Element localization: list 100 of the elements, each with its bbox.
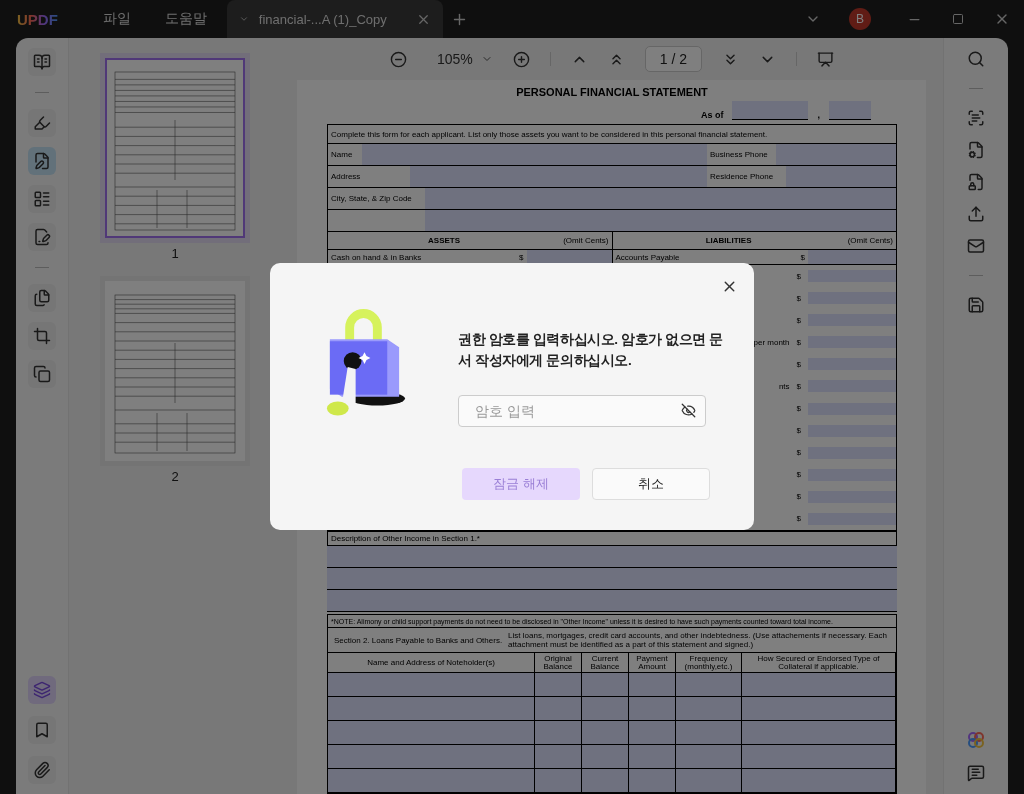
table-cell[interactable] xyxy=(582,721,629,745)
ocr-icon[interactable] xyxy=(967,109,985,127)
mail-icon[interactable] xyxy=(967,237,985,255)
table-cell[interactable] xyxy=(582,769,629,793)
search-icon[interactable] xyxy=(967,50,985,68)
edit-document-icon[interactable] xyxy=(33,152,51,170)
form-field[interactable] xyxy=(808,314,896,327)
table-cell[interactable] xyxy=(742,721,896,745)
table-cell[interactable] xyxy=(535,673,582,697)
table-cell[interactable] xyxy=(742,769,896,793)
pages-tool[interactable] xyxy=(28,284,56,312)
table-cell[interactable] xyxy=(629,721,676,745)
table-cell[interactable] xyxy=(676,769,742,793)
menu-item[interactable]: 도움말 xyxy=(164,10,207,28)
bookmark-tool[interactable] xyxy=(28,716,56,744)
paperclip-tool[interactable] xyxy=(28,756,56,784)
form-field[interactable] xyxy=(808,512,896,525)
form-field[interactable] xyxy=(327,546,897,567)
zoom-in-icon[interactable] xyxy=(512,50,530,68)
form-field[interactable] xyxy=(808,490,896,503)
zoom-level[interactable]: 105% xyxy=(436,51,473,67)
form-field[interactable] xyxy=(732,101,809,120)
form-field[interactable] xyxy=(808,270,896,283)
file-lock-icon[interactable] xyxy=(967,173,985,191)
form-icon[interactable] xyxy=(33,190,51,208)
stacked-pages-icon[interactable] xyxy=(33,365,51,383)
paperclip-icon[interactable] xyxy=(33,761,51,779)
table-cell[interactable] xyxy=(582,697,629,721)
form-field[interactable] xyxy=(808,446,896,459)
table-cell[interactable] xyxy=(535,769,582,793)
layers-tool[interactable] xyxy=(28,676,56,704)
form-field[interactable] xyxy=(327,568,897,589)
table-cell[interactable] xyxy=(535,745,582,769)
form-field[interactable] xyxy=(808,336,896,349)
comment-icon[interactable] xyxy=(967,764,985,782)
table-cell[interactable] xyxy=(535,697,582,721)
table-cell[interactable] xyxy=(328,721,535,745)
crop-tool[interactable] xyxy=(28,322,56,350)
signature-icon[interactable] xyxy=(33,228,51,246)
form-field[interactable] xyxy=(808,292,896,305)
share-icon[interactable] xyxy=(967,205,985,223)
table-cell[interactable] xyxy=(742,745,896,769)
file-convert-icon[interactable] xyxy=(967,141,985,159)
pages-icon[interactable] xyxy=(33,289,51,307)
form-field[interactable] xyxy=(808,468,896,481)
zoom-out-icon[interactable] xyxy=(389,50,407,68)
table-cell[interactable] xyxy=(742,673,896,697)
bookmark-icon[interactable] xyxy=(33,721,51,739)
form-field[interactable] xyxy=(808,424,896,437)
signature-tool[interactable] xyxy=(28,223,56,251)
form-field[interactable] xyxy=(829,101,871,120)
table-cell[interactable] xyxy=(676,673,742,697)
table-cell[interactable] xyxy=(328,673,535,697)
password-field[interactable]: 암호 입력 xyxy=(458,395,706,427)
form-field[interactable] xyxy=(808,250,896,264)
form-field[interactable] xyxy=(808,380,896,393)
table-cell[interactable] xyxy=(676,721,742,745)
table-cell[interactable] xyxy=(742,697,896,721)
form-field[interactable] xyxy=(410,166,707,187)
flower-logo-icon[interactable] xyxy=(966,730,986,750)
page-indicator[interactable]: 1 / 2 xyxy=(644,46,703,72)
edit-document-tool[interactable] xyxy=(28,147,56,175)
table-cell[interactable] xyxy=(629,745,676,769)
form-field[interactable] xyxy=(808,402,896,415)
eye-closed-icon[interactable] xyxy=(681,403,696,418)
form-field[interactable] xyxy=(776,144,896,165)
table-cell[interactable] xyxy=(629,769,676,793)
form-field[interactable] xyxy=(808,358,896,371)
form-field[interactable] xyxy=(526,250,612,264)
form-field[interactable] xyxy=(425,188,896,209)
form-field[interactable] xyxy=(786,166,896,187)
highlighter-tool[interactable] xyxy=(28,109,56,137)
layers-icon[interactable] xyxy=(33,681,51,699)
stacked-pages-tool[interactable] xyxy=(28,360,56,388)
table-cell[interactable] xyxy=(328,745,535,769)
table-cell[interactable] xyxy=(676,697,742,721)
table-cell[interactable] xyxy=(676,745,742,769)
user-avatar[interactable]: B xyxy=(849,8,871,30)
table-cell[interactable] xyxy=(582,673,629,697)
form-tool[interactable] xyxy=(28,185,56,213)
save-icon[interactable] xyxy=(967,296,985,314)
table-cell[interactable] xyxy=(629,697,676,721)
table-cell[interactable] xyxy=(582,745,629,769)
maximize-icon[interactable] xyxy=(952,13,964,25)
book-tool[interactable] xyxy=(28,48,56,76)
book-icon[interactable] xyxy=(33,53,51,71)
section-heading: LIABILITIES xyxy=(704,236,753,245)
menu-item[interactable]: 파일 xyxy=(102,10,131,28)
presentation-icon[interactable] xyxy=(817,50,835,68)
form-field[interactable] xyxy=(425,210,896,231)
table-cell[interactable] xyxy=(328,769,535,793)
form-field[interactable] xyxy=(327,590,897,611)
table-cell[interactable] xyxy=(328,697,535,721)
form-field[interactable] xyxy=(362,144,707,165)
table-cell[interactable] xyxy=(629,673,676,697)
table-cell[interactable] xyxy=(535,721,582,745)
crop-icon[interactable] xyxy=(33,327,51,345)
form-label: (Omit Cents) xyxy=(846,236,894,245)
highlighter-icon[interactable] xyxy=(33,114,51,132)
cancel-button[interactable]: 취소 xyxy=(592,468,710,500)
